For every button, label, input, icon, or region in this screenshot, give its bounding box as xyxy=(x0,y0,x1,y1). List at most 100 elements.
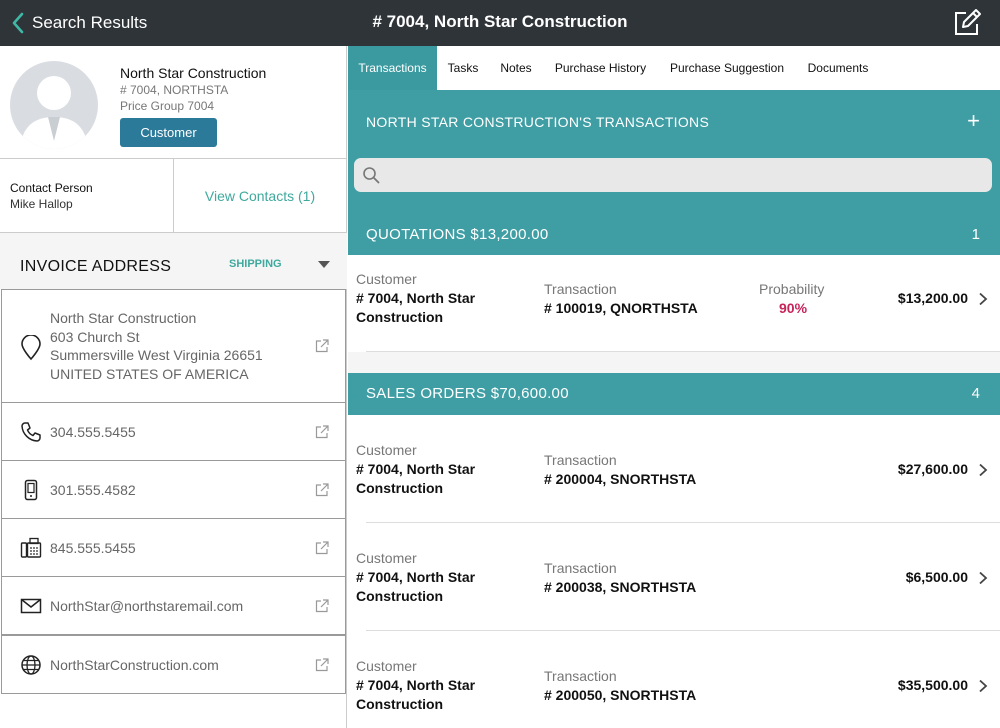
caret-down-icon[interactable] xyxy=(318,261,330,268)
sales-orders-count: 4 xyxy=(971,385,980,402)
customer-label: Customer xyxy=(356,442,417,458)
mobile-number: 301.555.4582 xyxy=(50,482,136,498)
address-line: Summersville West Virginia 26651 xyxy=(50,347,263,363)
back-button[interactable]: Search Results xyxy=(10,0,147,46)
avatar xyxy=(10,61,98,149)
contact-person-name: Mike Hallop xyxy=(10,197,73,211)
customer-type-button[interactable]: Customer xyxy=(120,118,217,147)
mobile-box[interactable]: 301.555.4582 xyxy=(1,460,346,519)
person-placeholder-icon xyxy=(20,76,88,149)
chevron-left-icon xyxy=(12,12,24,34)
view-contacts-link[interactable]: View Contacts (1) xyxy=(174,159,346,233)
phone-box[interactable]: 304.555.5455 xyxy=(1,402,346,461)
chevron-right-icon xyxy=(979,292,988,306)
transaction-value: # 100019, QNORTHSTA xyxy=(544,300,698,316)
customer-value: # 7004, North Star Construction xyxy=(356,676,475,714)
transaction-value: # 200050, SNORTHSTA xyxy=(544,687,697,703)
sales-order-row[interactable]: Customer # 7004, North Star Construction… xyxy=(348,631,1000,728)
contact-row: Contact Person Mike Hallop View Contacts… xyxy=(0,158,347,233)
amount-value: $13,200.00 xyxy=(897,290,968,306)
customer-label: Customer xyxy=(356,271,417,287)
back-label: Search Results xyxy=(32,13,148,32)
external-link-icon[interactable] xyxy=(315,339,329,353)
edit-button[interactable] xyxy=(952,8,982,38)
customer-value: # 7004, North Star Construction xyxy=(356,289,475,327)
tab-bar: Transactions Tasks Notes Purchase Histor… xyxy=(348,46,1000,90)
tab-transactions[interactable]: Transactions xyxy=(348,46,437,90)
transactions-panel: Transactions Tasks Notes Purchase Histor… xyxy=(348,46,1000,728)
chevron-right-icon xyxy=(979,463,988,477)
quotations-count: 1 xyxy=(971,226,980,243)
tab-documents[interactable]: Documents xyxy=(800,46,876,90)
sales-order-row[interactable]: Customer # 7004, North Star Construction… xyxy=(348,415,1000,523)
transactions-header: NORTH STAR CONSTRUCTION'S TRANSACTIONS +… xyxy=(348,90,1000,260)
customer-value-line: # 7004, North Star xyxy=(356,290,476,306)
customer-label: Customer xyxy=(356,658,417,674)
external-link-icon[interactable] xyxy=(315,483,329,497)
amount-value: $6,500.00 xyxy=(905,569,968,585)
customer-value-line: # 7004, North Star xyxy=(356,461,476,477)
fax-box[interactable]: 845.555.5455 xyxy=(1,518,346,577)
invoice-address-title: INVOICE ADDRESS xyxy=(20,258,172,275)
customer-value: # 7004, North Star Construction xyxy=(356,568,475,606)
transaction-label: Transaction xyxy=(544,668,617,684)
customer-value-line: # 7004, North Star xyxy=(356,569,476,585)
globe-icon xyxy=(21,655,41,675)
address-line: 603 Church St xyxy=(50,328,140,345)
search-box[interactable] xyxy=(354,158,992,192)
chevron-right-icon xyxy=(979,571,988,585)
transaction-label: Transaction xyxy=(544,452,617,468)
price-group: Price Group 7004 xyxy=(120,99,215,113)
edit-icon xyxy=(955,9,981,35)
email-box[interactable]: NorthStar@northstaremail.com xyxy=(1,576,346,635)
website-url: NorthStarConstruction.com xyxy=(50,657,219,673)
transaction-value: # 200038, SNORTHSTA xyxy=(544,579,697,595)
tab-purchase-history[interactable]: Purchase History xyxy=(548,46,653,90)
phone-icon xyxy=(21,422,41,442)
customer-value-line: Construction xyxy=(356,480,444,496)
tab-tasks[interactable]: Tasks xyxy=(443,46,483,90)
chevron-right-icon xyxy=(979,679,988,693)
customer-value-line: # 7004, North Star xyxy=(356,677,476,693)
customer-value-line: Construction xyxy=(356,588,444,604)
sales-orders-title: SALES ORDERS $70,600.00 xyxy=(366,385,569,402)
probability-label: Probability xyxy=(759,281,825,297)
transactions-title: NORTH STAR CONSTRUCTION'S TRANSACTIONS xyxy=(366,114,710,130)
amount-value: $35,500.00 xyxy=(897,677,968,693)
email-icon xyxy=(20,598,42,614)
customer-value-line: Construction xyxy=(356,309,444,325)
customer-detail-panel: North Star Construction # 7004, NORTHSTA… xyxy=(0,46,347,728)
external-link-icon[interactable] xyxy=(315,541,329,555)
shipping-toggle[interactable]: SHIPPING xyxy=(229,258,282,270)
fax-icon xyxy=(20,537,42,558)
tab-purchase-suggestion[interactable]: Purchase Suggestion xyxy=(664,46,790,90)
sales-order-row[interactable]: Customer # 7004, North Star Construction… xyxy=(348,523,1000,631)
quotations-title: QUOTATIONS $13,200.00 xyxy=(366,226,549,243)
address-text: North Star Construction 603 Church St Su… xyxy=(50,309,263,383)
external-link-icon[interactable] xyxy=(315,425,329,439)
page-title: # 7004, North Star Construction xyxy=(372,12,628,31)
sales-orders-header: SALES ORDERS $70,600.00 4 xyxy=(348,373,1000,415)
transaction-value: # 200004, SNORTHSTA xyxy=(544,471,697,487)
customer-name: North Star Construction xyxy=(120,65,267,81)
address-line: UNITED STATES OF AMERICA xyxy=(50,365,249,382)
customer-label: Customer xyxy=(356,550,417,566)
quotation-row[interactable]: Customer # 7004, North Star Construction… xyxy=(348,255,1000,352)
search-input[interactable] xyxy=(388,162,978,188)
customer-value: # 7004, North Star Construction xyxy=(356,460,475,498)
customer-profile: North Star Construction # 7004, NORTHSTA… xyxy=(0,46,347,158)
contact-person-label: Contact Person xyxy=(10,181,93,195)
customer-code: # 7004, NORTHSTA xyxy=(120,83,229,97)
external-link-icon[interactable] xyxy=(315,599,329,613)
mobile-phone-icon xyxy=(24,479,38,501)
location-pin-icon xyxy=(21,335,41,361)
external-link-icon[interactable] xyxy=(315,658,329,672)
add-transaction-button[interactable]: + xyxy=(967,108,980,134)
tab-notes[interactable]: Notes xyxy=(494,46,538,90)
website-box[interactable]: NorthStarConstruction.com xyxy=(1,635,346,694)
invoice-address-header: INVOICE ADDRESS SHIPPING xyxy=(0,233,347,289)
fax-number: 845.555.5455 xyxy=(50,540,136,556)
address-line: North Star Construction xyxy=(50,310,197,326)
email-address: NorthStar@northstaremail.com xyxy=(50,598,244,614)
address-box[interactable]: North Star Construction 603 Church St Su… xyxy=(1,289,346,403)
